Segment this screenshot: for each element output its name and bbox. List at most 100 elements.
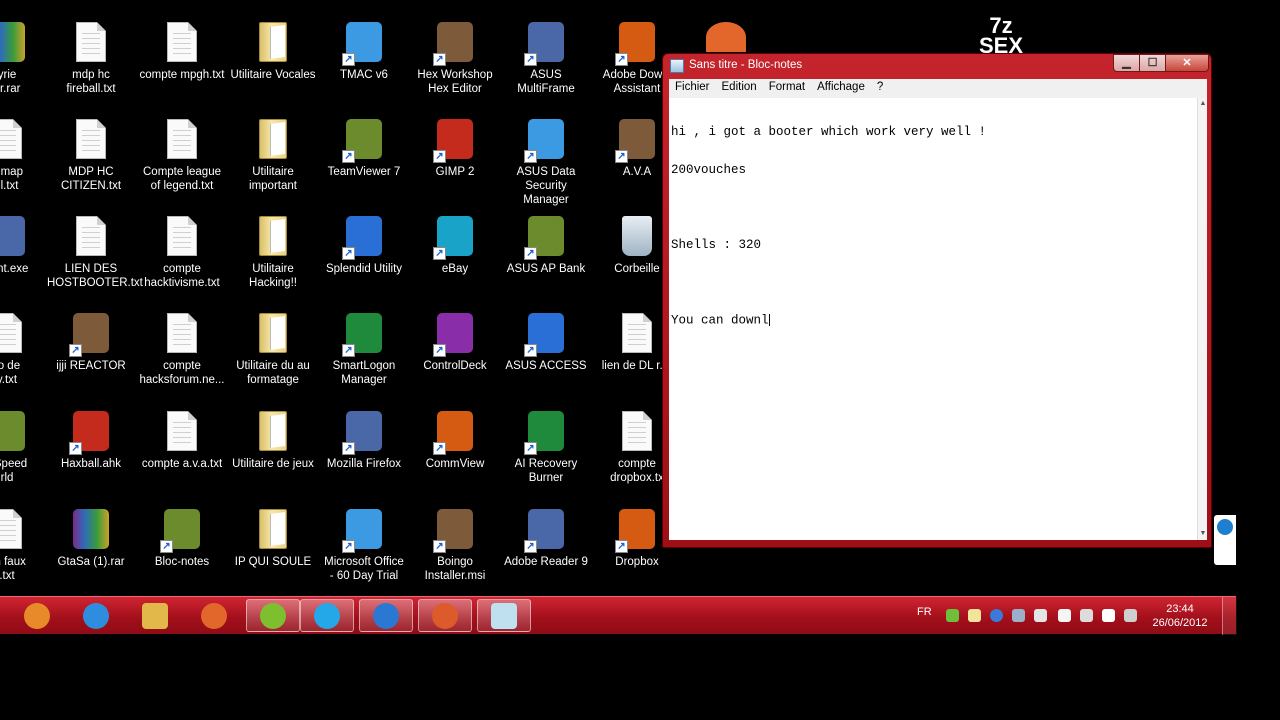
vertical-scrollbar[interactable]: ▲ ▼ (1197, 98, 1207, 540)
desktop-icon[interactable]: ↗ Adobe Reader 9 (500, 505, 592, 596)
volume-icon[interactable] (1102, 609, 1115, 622)
desktop-icon-label: mdp hc fireball.txt (66, 69, 116, 95)
shortcut-arrow-icon: ↗ (160, 540, 173, 553)
desktop-icon-label: Adobe Reader 9 (504, 556, 588, 568)
taskbar-button-firefox[interactable] (187, 599, 241, 632)
desktop-icon[interactable]: mdp hc fireball.txt (45, 18, 137, 112)
taskbar-button-skype[interactable] (300, 599, 354, 632)
maximize-button[interactable]: ☐ (1139, 54, 1166, 72)
application-icon: ↗ (522, 309, 570, 357)
desktop-icon[interactable]: ↗ SmartLogon Manager (318, 309, 410, 403)
taskbar-button-windows-media-player[interactable] (10, 599, 64, 632)
text-file-icon (0, 505, 31, 553)
desktop-icon[interactable]: compte hacksforum.ne... (136, 309, 228, 403)
desktop-icon[interactable]: ↗ AI Recovery Burner (500, 407, 592, 501)
language-indicator[interactable]: FR (917, 606, 932, 618)
speaker-muted-icon[interactable] (1034, 609, 1047, 622)
hfs-icon[interactable] (706, 22, 746, 52)
shortcut-arrow-icon: ↗ (342, 247, 355, 260)
desktop-icon[interactable]: Utilitaire Vocales (227, 18, 319, 112)
text-file-icon (613, 309, 661, 357)
shortcut-arrow-icon: ↗ (433, 53, 446, 66)
display-tray-icon[interactable] (1012, 609, 1025, 622)
teamviewer-side-tab[interactable] (1214, 515, 1236, 565)
desktop-icon[interactable]: Compte league of legend.txt (136, 115, 228, 209)
desktop-icon[interactable]: Utilitaire du au formatage (227, 309, 319, 403)
power-icon[interactable] (1080, 609, 1093, 622)
minimize-button[interactable]: ▁ (1113, 54, 1140, 72)
wifi-signal-icon[interactable] (1124, 609, 1137, 622)
desktop-icon[interactable]: ↗ ControlDeck (409, 309, 501, 403)
application-icon: ↗ (340, 505, 388, 553)
desktop-icon[interactable]: ↗ CommView (409, 407, 501, 501)
desktop-icon[interactable]: ↗ ASUS Data Security Manager (500, 115, 592, 209)
desktop-icon[interactable]: MDP HC CITIZEN.txt (45, 115, 137, 209)
shortcut-arrow-icon: ↗ (524, 247, 537, 260)
desktop-icon[interactable]: ↗ Haxball.ahk (45, 407, 137, 501)
shortcut-arrow-icon: ↗ (433, 150, 446, 163)
desktop-icon[interactable]: ↗ TeamViewer 7 (318, 115, 410, 209)
desktop-icon[interactable]: Utilitaire de jeux (227, 407, 319, 501)
desktop-icon[interactable]: ↗ Bloc-notes (136, 505, 228, 596)
desktop-icon[interactable]: ↗ Boingo Installer.msi (409, 505, 501, 596)
close-button[interactable]: ✕ (1165, 54, 1209, 72)
desktop-icon-label: eBay (441, 263, 469, 275)
taskbar-button-internet-explorer[interactable] (69, 599, 123, 632)
desktop-icon-label: Utilitaire du au formatage (236, 360, 310, 386)
application-icon: ↗ (522, 407, 570, 455)
desktop-icon[interactable]: ↗ TMAC v6 (318, 18, 410, 112)
menu-edition[interactable]: Edition (716, 79, 763, 93)
show-desktop-button[interactable] (1222, 597, 1237, 635)
taskbar-button-hfs[interactable] (418, 599, 472, 632)
desktop-icon[interactable]: ↗ ASUS AP Bank (500, 212, 592, 306)
menu-affichage[interactable]: Affichage (811, 79, 871, 93)
desktop-icon-label: CommView (425, 458, 485, 470)
utorrent-tray-icon[interactable] (946, 609, 959, 622)
desktop-icon[interactable]: IP QUI SOULE (227, 505, 319, 596)
application-icon: ↗ (613, 115, 661, 163)
action-center-flag-icon[interactable] (1058, 609, 1071, 622)
menu-format[interactable]: Format (763, 79, 811, 93)
desktop-icon[interactable]: ↗ ASUS MultiFrame (500, 18, 592, 112)
shortcut-arrow-icon: ↗ (615, 150, 628, 163)
taskbar-button-utorrent[interactable] (246, 599, 300, 632)
desktop-icon[interactable]: ↗ ijji REACTOR (45, 309, 137, 403)
desktop-icon[interactable]: ↗ Mozilla Firefox (318, 407, 410, 501)
scroll-down-arrow[interactable]: ▼ (1199, 529, 1207, 539)
desktop-icon[interactable]: ↗ GIMP 2 (409, 115, 501, 209)
application-icon: ↗ (431, 18, 479, 66)
application-icon: ↗ (67, 407, 115, 455)
shortcut-arrow-icon: ↗ (342, 150, 355, 163)
desktop-icon[interactable]: GtaSa (1).rar (45, 505, 137, 596)
notes-tray-icon[interactable] (968, 609, 981, 622)
application-icon: ↗ (613, 505, 661, 553)
text-editor[interactable]: hi , i got a booter which work very well… (669, 98, 1197, 540)
taskbar-button-teamviewer[interactable] (359, 599, 413, 632)
partial-7z-icon[interactable]: 7z SEX (978, 15, 1024, 57)
network-tray-icon[interactable] (990, 609, 1003, 622)
desktop-icon[interactable]: Utilitaire Hacking!! (227, 212, 319, 306)
menu-fichier[interactable]: Fichier (669, 79, 716, 93)
desktop-icon-label: GtaSa (1).rar (57, 556, 125, 568)
scroll-up-arrow[interactable]: ▲ (1199, 99, 1207, 109)
clock[interactable]: 23:44 26/06/2012 (1145, 602, 1215, 630)
desktop-icon-label: Bloc-notes (154, 556, 210, 568)
desktop-icon[interactable]: ↗ Microsoft Office - 60 Day Trial (318, 505, 410, 596)
taskbar-button-explorateur-windows[interactable] (128, 599, 182, 632)
menu-help[interactable]: ? (871, 79, 889, 93)
taskbar-button-bloc-notes[interactable] (477, 599, 531, 632)
shortcut-arrow-icon: ↗ (342, 53, 355, 66)
desktop-icon[interactable]: ↗ ASUS ACCESS (500, 309, 592, 403)
desktop-icon[interactable]: compte a.v.a.txt (136, 407, 228, 501)
application-icon: ↗ (340, 309, 388, 357)
desktop-icon[interactable]: compte mpgh.txt (136, 18, 228, 112)
desktop-icon[interactable]: ↗ Splendid Utility (318, 212, 410, 306)
desktop-icon[interactable]: ↗ eBay (409, 212, 501, 306)
desktop-icon[interactable]: Utilitaire important (227, 115, 319, 209)
desktop-icon[interactable]: compte hacktivisme.txt (136, 212, 228, 306)
desktop-icon[interactable]: ↗ Hex Workshop Hex Editor (409, 18, 501, 112)
desktop-icon[interactable]: LIEN DES HOSTBOOTER.txt (45, 212, 143, 306)
text-file-icon (613, 407, 661, 455)
text-file-icon (0, 309, 31, 357)
desktop-icon-label: GIMP 2 (435, 166, 475, 178)
